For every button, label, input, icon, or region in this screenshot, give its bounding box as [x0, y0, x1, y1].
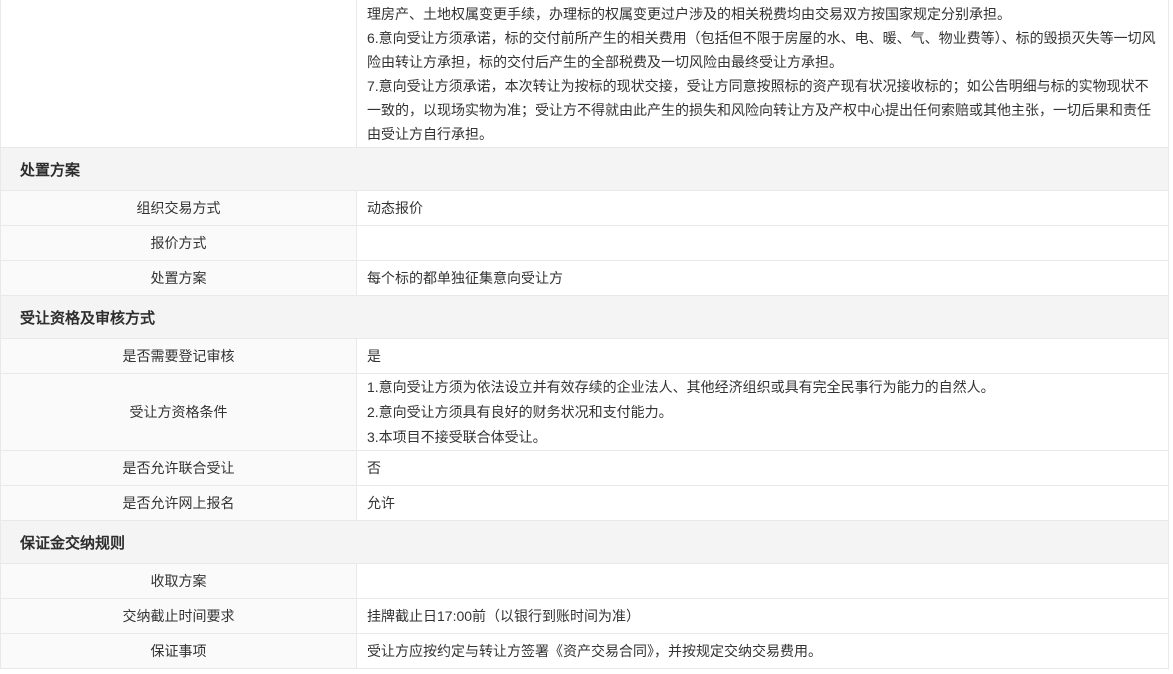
field-value-line: 3.本项目不接受联合体受让。	[367, 425, 1160, 450]
field-value: 允许	[357, 486, 1168, 520]
continuation-label-cell	[1, 0, 357, 147]
continuation-paragraph: 7.意向受让方须承诺，本次转让为按标的现状交接，受让方同意按照标的资产现有状况接…	[367, 74, 1160, 146]
section-header: 处置方案	[1, 148, 1168, 191]
section-header: 保证金交纳规则	[1, 521, 1168, 564]
field-row: 处置方案每个标的都单独征集意向受让方	[1, 261, 1168, 296]
field-label: 保证事项	[1, 634, 357, 668]
field-label: 是否允许联合受让	[1, 451, 357, 485]
field-value-line: 2.意向受让方须具有良好的财务状况和支付能力。	[367, 400, 1160, 425]
field-value-line: 1.意向受让方须为依法设立并有效存续的企业法人、其他经济组织或具有完全民事行为能…	[367, 375, 1160, 400]
field-row: 受让方资格条件 1.意向受让方须为依法设立并有效存续的企业法人、其他经济组织或具有…	[1, 374, 1168, 451]
field-label: 报价方式	[1, 226, 357, 260]
field-label: 处置方案	[1, 261, 357, 295]
continuation-paragraph: 理房产、土地权属变更手续，办理标的权属变更过户涉及的相关税费均由交易双方按国家规…	[367, 2, 1160, 26]
field-value: 否	[357, 451, 1168, 485]
detail-table: 理房产、土地权属变更手续，办理标的权属变更过户涉及的相关税费均由交易双方按国家规…	[0, 0, 1169, 669]
section-header: 受让资格及审核方式	[1, 296, 1168, 339]
field-row: 是否允许网上报名允许	[1, 486, 1168, 521]
field-row: 保证事项受让方应按约定与转让方签署《资产交易合同》，并按规定交纳交易费用。	[1, 634, 1168, 669]
field-label: 交纳截止时间要求	[1, 599, 357, 633]
field-value: 受让方应按约定与转让方签署《资产交易合同》，并按规定交纳交易费用。	[357, 634, 1168, 668]
field-value	[357, 226, 1168, 260]
listing-detail-page: 理房产、土地权属变更手续，办理标的权属变更过户涉及的相关税费均由交易双方按国家规…	[0, 0, 1173, 674]
field-row: 收取方案	[1, 564, 1168, 599]
field-row: 是否需要登记审核是	[1, 339, 1168, 374]
field-label: 收取方案	[1, 564, 357, 598]
field-row: 交纳截止时间要求挂牌截止日17:00前（以银行到账时间为准）	[1, 599, 1168, 634]
continuation-row: 理房产、土地权属变更手续，办理标的权属变更过户涉及的相关税费均由交易双方按国家规…	[1, 0, 1168, 148]
field-value: 是	[357, 339, 1168, 373]
field-value: 挂牌截止日17:00前（以银行到账时间为准）	[357, 599, 1168, 633]
continuation-text-cell: 理房产、土地权属变更手续，办理标的权属变更过户涉及的相关税费均由交易双方按国家规…	[357, 0, 1168, 147]
field-label: 受让方资格条件	[1, 374, 357, 450]
field-row: 组织交易方式动态报价	[1, 191, 1168, 226]
field-value: 每个标的都单独征集意向受让方	[357, 261, 1168, 295]
field-value	[357, 564, 1168, 598]
field-row: 报价方式	[1, 226, 1168, 261]
field-label: 是否允许网上报名	[1, 486, 357, 520]
field-label: 组织交易方式	[1, 191, 357, 225]
field-value: 1.意向受让方须为依法设立并有效存续的企业法人、其他经济组织或具有完全民事行为能…	[357, 374, 1168, 450]
field-row: 是否允许联合受让否	[1, 451, 1168, 486]
field-value: 动态报价	[357, 191, 1168, 225]
field-label: 是否需要登记审核	[1, 339, 357, 373]
continuation-paragraph: 6.意向受让方须承诺，标的交付前所产生的相关费用（包括但不限于房屋的水、电、暖、…	[367, 26, 1160, 74]
